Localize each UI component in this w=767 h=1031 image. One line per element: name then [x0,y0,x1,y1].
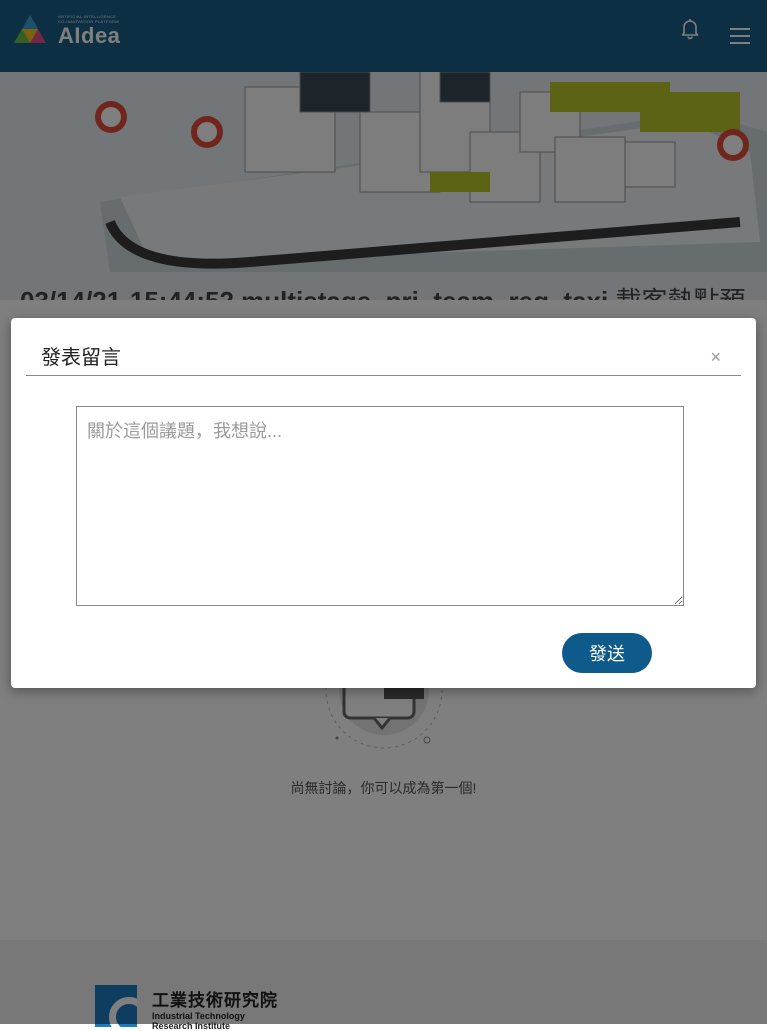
page-title: 03/14/21-15:44:52 multistage_pri_team_re… [20,282,755,300]
comment-textarea[interactable] [76,406,684,606]
modal-header: 發表留言 × [26,318,741,376]
close-icon[interactable]: × [710,348,721,366]
send-button[interactable]: 發送 [562,633,652,673]
comment-modal: 發表留言 × 發送 [11,318,756,688]
page-title-main: 03/14/21-15:44:52 multistage_pri_team_re… [20,286,608,300]
modal-title: 發表留言 [41,347,121,369]
